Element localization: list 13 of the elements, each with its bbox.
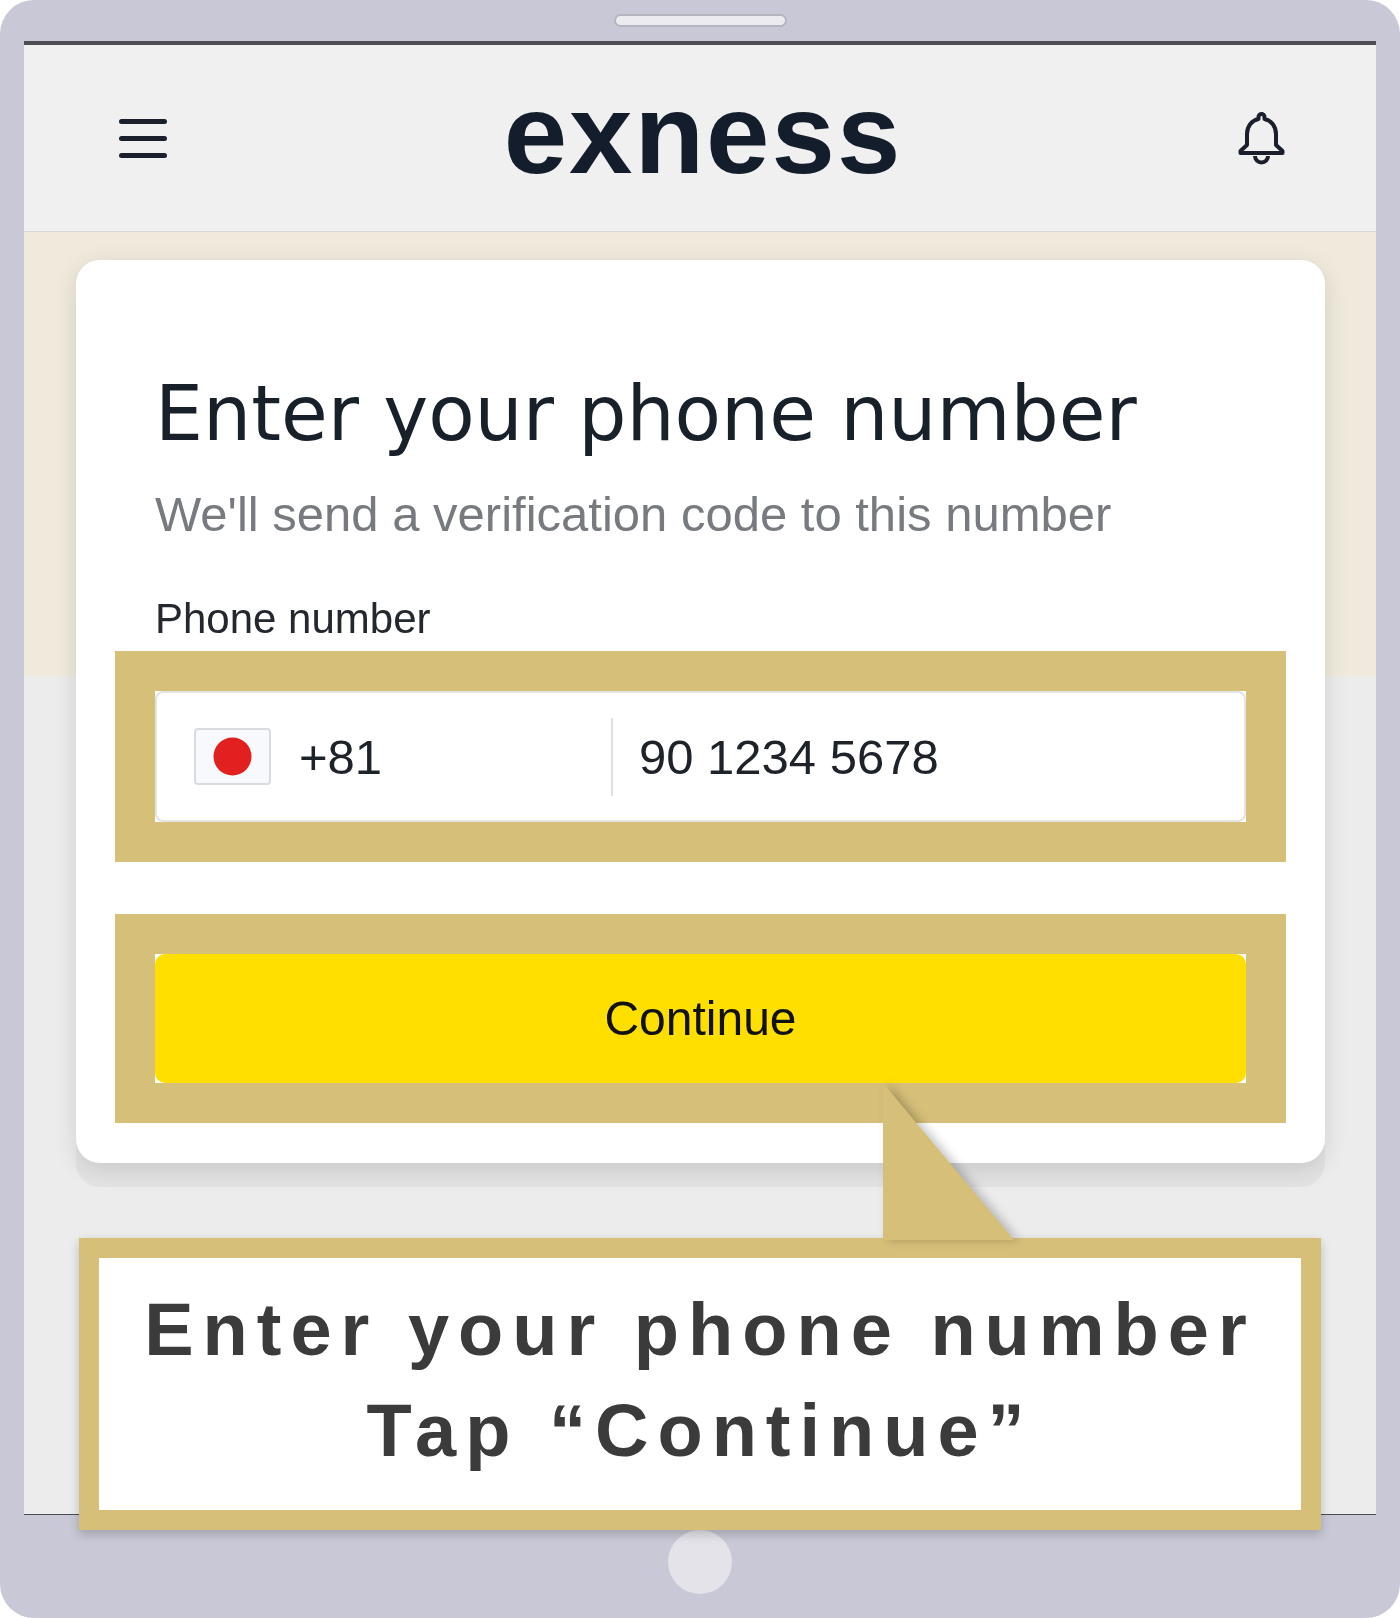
continue-button[interactable]: Continue [155, 954, 1246, 1084]
menu-icon[interactable] [119, 118, 167, 158]
country-code-button[interactable]: +81 [157, 693, 611, 821]
callout-text: Tap “Continue” [366, 1388, 1034, 1474]
phone-field[interactable]: +81 90 1234 5678 [155, 691, 1246, 823]
callout-text: Enter your phone number [144, 1287, 1256, 1373]
phone-number-input[interactable]: 90 1234 5678 [613, 693, 1244, 821]
flag-icon [194, 728, 271, 786]
subtitle: We'll send a verification code to this number [155, 486, 1113, 544]
bell-icon[interactable] [1236, 111, 1287, 165]
title: Enter your phone number [155, 368, 1138, 460]
logo: exness [503, 77, 903, 191]
field-label: Phone number [155, 594, 431, 644]
